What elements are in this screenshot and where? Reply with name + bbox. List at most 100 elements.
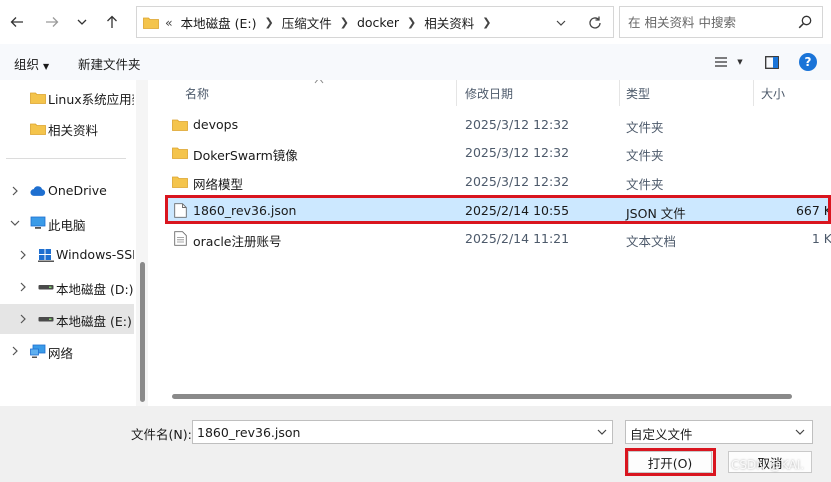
nav-item-windows-ssd[interactable]: Windows-SSD — [0, 240, 134, 270]
table-row[interactable]: oracle注册账号 2025/2/14 11:21 文本文档 1 K — [166, 225, 831, 252]
file-type: 文件夹 — [626, 120, 664, 135]
refresh-icon — [589, 16, 601, 29]
column-divider[interactable] — [619, 80, 620, 106]
column-name[interactable]: 名称 — [185, 85, 209, 102]
folder-icon — [30, 120, 46, 136]
chevron-down-icon[interactable] — [10, 216, 20, 230]
chevron-right-icon[interactable]: ❯ — [340, 16, 349, 29]
list-view-icon — [715, 57, 727, 67]
search-box[interactable] — [619, 6, 823, 38]
search-icon[interactable] — [798, 15, 812, 29]
nav-item-label: Windows-SSD — [56, 247, 134, 262]
address-row: « 本地磁盘 (E:) ❯ 压缩文件 ❯ docker ❯ 相关资料 ❯ — [0, 0, 831, 44]
preview-pane-button[interactable] — [763, 53, 781, 71]
column-modified[interactable]: 修改日期 — [465, 85, 513, 102]
nav-item-drive-d[interactable]: 本地磁盘 (D:) — [0, 272, 134, 302]
help-button[interactable]: ? — [799, 53, 817, 71]
preview-pane-icon — [765, 55, 779, 69]
open-button[interactable]: 打开(O) — [628, 451, 712, 473]
file-modified: 2025/2/14 10:55 — [465, 203, 570, 218]
back-button[interactable] — [6, 11, 28, 33]
chevron-right-icon[interactable] — [18, 280, 28, 294]
column-size[interactable]: 大小 — [761, 85, 785, 102]
breadcrumb-item[interactable]: docker — [357, 15, 399, 30]
folder-icon — [143, 17, 159, 29]
view-options-button[interactable] — [712, 53, 730, 71]
nav-item-label: 本地磁盘 (E:) — [56, 314, 132, 329]
chevron-right-icon[interactable]: ❯ — [265, 16, 274, 29]
file-size: 1 K — [811, 231, 831, 246]
chevron-right-icon[interactable]: ❯ — [407, 16, 416, 29]
file-name: DokerSwarm镜像 — [193, 148, 298, 163]
caret-down-icon: ▼ — [737, 58, 743, 66]
computer-icon — [30, 215, 46, 231]
file-name: 1860_rev36.json — [193, 203, 297, 218]
file-modified: 2025/3/12 12:32 — [465, 117, 570, 132]
view-options-dropdown[interactable]: ▼ — [731, 53, 749, 71]
command-bar: 组织 ▼ 新建文件夹 ▼ ? — [0, 44, 831, 80]
nav-item-related-folder[interactable]: 相关资料 — [0, 113, 134, 143]
breadcrumb-item[interactable]: 压缩文件 — [282, 13, 332, 32]
search-input[interactable] — [628, 14, 796, 30]
nav-item-onedrive[interactable]: OneDrive — [0, 176, 134, 206]
new-folder-button[interactable]: 新建文件夹 — [78, 54, 141, 73]
filename-input[interactable] — [197, 424, 587, 440]
column-divider[interactable] — [456, 80, 457, 106]
nav-divider — [6, 158, 126, 159]
file-type-filter-value: 自定义文件 — [630, 427, 693, 442]
folder-icon — [172, 145, 188, 160]
breadcrumb-overflow[interactable]: « — [165, 15, 173, 30]
chevron-down-icon[interactable] — [794, 426, 806, 438]
horizontal-scrollbar-thumb[interactable] — [172, 394, 792, 399]
up-button[interactable] — [101, 11, 123, 33]
file-name: 网络模型 — [193, 177, 244, 192]
chevron-down-icon[interactable] — [596, 426, 608, 438]
file-modified: 2025/3/12 12:32 — [465, 174, 570, 189]
chevron-right-icon[interactable] — [10, 344, 20, 358]
file-type-filter[interactable]: 自定义文件 — [625, 420, 813, 444]
file-list: 名称 修改日期 类型 大小 devops 2025/3/12 12:32 文件夹… — [150, 80, 831, 406]
table-row[interactable]: 网络模型 2025/3/12 12:32 文件夹 — [166, 168, 831, 195]
file-type: 文本文档 — [626, 234, 677, 249]
address-bar[interactable]: « 本地磁盘 (E:) ❯ 压缩文件 ❯ docker ❯ 相关资料 ❯ — [136, 6, 614, 38]
horizontal-scrollbar[interactable] — [150, 390, 831, 402]
nav-item-network[interactable]: 网络 — [0, 336, 134, 366]
breadcrumb-item[interactable]: 相关资料 — [424, 13, 474, 32]
file-type: 文件夹 — [626, 148, 664, 163]
chevron-right-icon[interactable]: ❯ — [482, 16, 491, 29]
address-history-button[interactable] — [549, 13, 573, 33]
nav-item-linux-folder[interactable]: Linux系统应用架 — [0, 82, 134, 112]
chevron-down-icon — [556, 20, 566, 26]
file-type: 文件夹 — [626, 177, 664, 192]
nav-scrollbar-thumb[interactable] — [140, 262, 145, 402]
file-type: JSON 文件 — [626, 206, 686, 221]
drive-icon — [38, 311, 54, 327]
cancel-button[interactable]: 取消 — [728, 451, 812, 473]
breadcrumb: « 本地磁盘 (E:) ❯ 压缩文件 ❯ docker ❯ 相关资料 ❯ — [165, 13, 499, 32]
refresh-button[interactable] — [583, 13, 607, 33]
table-row[interactable]: DokerSwarm镜像 2025/3/12 12:32 文件夹 — [166, 139, 831, 166]
breadcrumb-item[interactable]: 本地磁盘 (E:) — [181, 13, 257, 32]
organize-menu[interactable]: 组织 ▼ — [14, 54, 49, 73]
column-divider[interactable] — [753, 80, 754, 106]
chevron-right-icon[interactable] — [10, 184, 20, 198]
caret-down-icon: ▼ — [43, 62, 50, 71]
nav-item-label: Linux系统应用架 — [48, 92, 134, 107]
windows-drive-icon — [38, 247, 54, 263]
nav-item-drive-e[interactable]: 本地磁盘 (E:) — [0, 304, 134, 334]
nav-item-label: 网络 — [48, 346, 74, 361]
text-file-icon — [172, 231, 188, 246]
table-row[interactable]: devops 2025/3/12 12:32 文件夹 — [166, 111, 831, 138]
file-modified: 2025/3/12 12:32 — [465, 145, 570, 160]
nav-item-this-pc[interactable]: 此电脑 — [0, 208, 134, 238]
chevron-right-icon[interactable] — [18, 248, 28, 262]
organize-label: 组织 — [14, 57, 40, 72]
forward-button[interactable] — [41, 11, 63, 33]
network-icon — [30, 343, 46, 359]
chevron-right-icon[interactable] — [18, 312, 28, 326]
file-size: 667 K — [795, 203, 831, 218]
filename-combobox[interactable] — [192, 420, 613, 444]
column-type[interactable]: 类型 — [626, 85, 650, 102]
table-row-selected[interactable]: 1860_rev36.json 2025/2/14 10:55 JSON 文件 … — [166, 197, 831, 224]
recent-locations-button[interactable] — [71, 11, 93, 33]
